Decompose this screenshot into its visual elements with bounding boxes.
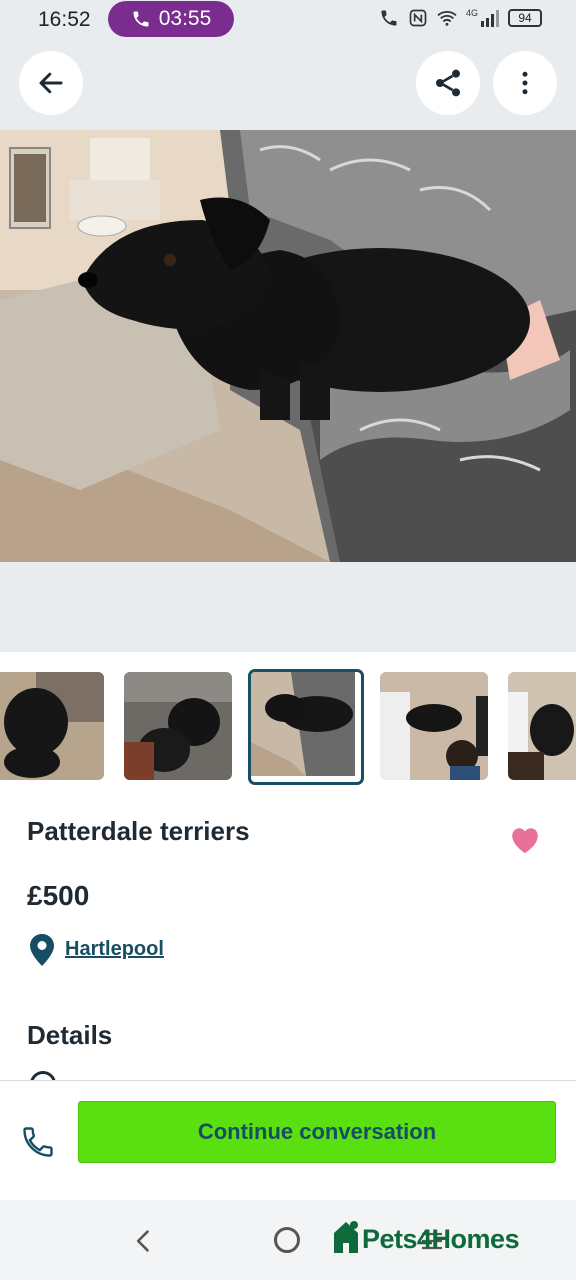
nav-home-button[interactable] — [274, 1227, 300, 1253]
wifi-icon — [437, 11, 457, 26]
thumbnail-1[interactable] — [0, 672, 104, 780]
ongoing-call-pill[interactable]: 03:55 — [108, 1, 234, 37]
location-pin-icon — [30, 934, 54, 971]
details-heading: Details — [27, 1020, 113, 1050]
call-wifi-icon — [381, 10, 397, 26]
thumbnail-2[interactable] — [124, 672, 232, 780]
pets4homes-logo: Pets4Homes — [330, 1219, 520, 1255]
thumbnail-4[interactable] — [380, 672, 488, 780]
top-bar — [0, 40, 576, 130]
favorite-button[interactable] — [508, 823, 542, 860]
phone-icon — [23, 1127, 53, 1157]
logo-text: Pets4Homes — [362, 1224, 520, 1254]
chevron-left-icon — [136, 1230, 149, 1252]
location-link[interactable]: Hartlepool — [65, 938, 164, 961]
share-icon — [436, 69, 460, 97]
phone-icon — [133, 11, 149, 27]
call-seller-button[interactable] — [20, 1124, 56, 1165]
nfc-icon — [409, 9, 427, 27]
signal-icon — [481, 10, 499, 27]
thumbnail-5[interactable] — [508, 672, 576, 780]
thumbnail-3[interactable] — [248, 669, 364, 785]
continue-conversation-button[interactable]: Continue conversation — [78, 1101, 556, 1163]
more-options-button[interactable] — [493, 51, 557, 115]
listing-price: £500 — [27, 880, 90, 911]
back-button[interactable] — [19, 51, 83, 115]
network-type: 4G — [465, 8, 478, 18]
heart-icon — [512, 828, 538, 854]
status-icons: 4G 94 — [378, 8, 542, 28]
arrow-left-icon — [39, 72, 63, 94]
main-photo-dog-on-sofa[interactable] — [0, 130, 576, 562]
main-photo-area — [0, 130, 576, 652]
status-time: 16:52 — [38, 8, 91, 31]
thumbnail-strip — [0, 668, 576, 786]
share-button[interactable] — [416, 51, 480, 115]
listing-title: Patterdale terriers — [27, 816, 250, 846]
more-vertical-icon — [522, 71, 528, 95]
status-bar: 16:52 03:55 4G 94 — [0, 0, 576, 40]
house-icon — [334, 1221, 358, 1253]
call-timer: 03:55 — [158, 7, 212, 30]
battery-icon: 94 — [508, 9, 542, 27]
nav-back-button[interactable] — [130, 1226, 158, 1261]
battery-level: 94 — [518, 11, 532, 25]
